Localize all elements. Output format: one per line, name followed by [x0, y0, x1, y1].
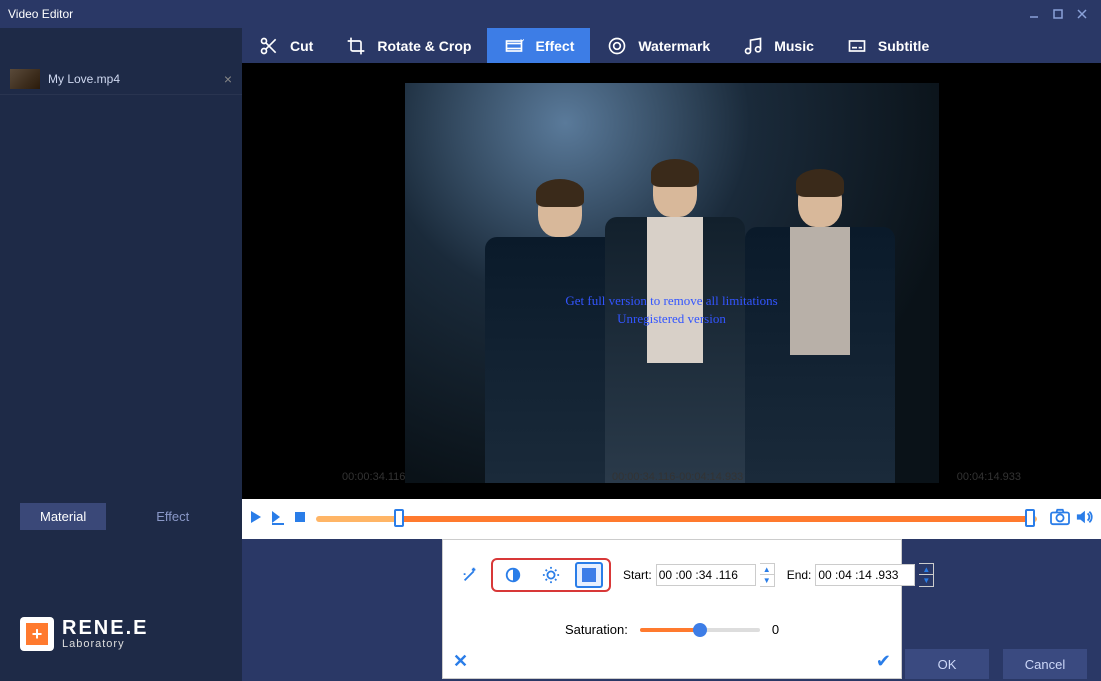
range-start-handle[interactable] — [394, 509, 404, 527]
ok-button[interactable]: OK — [905, 649, 989, 679]
watermark-icon — [606, 35, 628, 57]
file-thumbnail — [10, 69, 40, 89]
end-time-input[interactable] — [815, 564, 915, 586]
panel-cancel-icon[interactable]: ✕ — [453, 651, 468, 672]
sidebar: My Love.mp4 × Material Effect + RENE.E L… — [0, 63, 242, 681]
range-end-handle[interactable] — [1025, 509, 1035, 527]
tool-watermark[interactable]: Watermark — [590, 28, 726, 63]
volume-button[interactable] — [1075, 509, 1093, 530]
snapshot-button[interactable] — [1049, 508, 1071, 531]
titlebar: Video Editor — [0, 0, 1101, 28]
sidebar-header — [0, 28, 242, 63]
brand-logo: + RENE.E Laboratory — [20, 617, 148, 651]
logo-sub: Laboratory — [62, 638, 148, 650]
brightness-button[interactable] — [537, 562, 565, 588]
tab-effect[interactable]: Effect — [136, 503, 209, 530]
tool-label: Music — [774, 38, 814, 54]
file-name: My Love.mp4 — [48, 72, 120, 86]
watermark-line1: Get full version to remove all limitatio… — [405, 293, 939, 309]
cancel-button[interactable]: Cancel — [1003, 649, 1087, 679]
file-close-icon[interactable]: × — [224, 71, 232, 87]
saturation-slider[interactable] — [640, 628, 760, 632]
timeline: 00:00:34.116 00:00:34.116-00:04:14.933 0… — [242, 499, 1101, 539]
time-range: 00:00:34.116-00:04:14.933 — [612, 471, 743, 485]
subtitle-icon — [846, 35, 868, 57]
start-time-input[interactable] — [656, 564, 756, 586]
plus-icon: + — [26, 623, 48, 645]
panel-confirm-icon[interactable]: ✔ — [876, 651, 891, 672]
saturation-value: 0 — [772, 622, 779, 637]
effect-highlight-box — [491, 558, 611, 592]
tool-music[interactable]: Music — [726, 28, 830, 63]
tool-effect[interactable]: Effect — [487, 28, 590, 63]
logo-name: RENE.E — [62, 618, 148, 638]
tab-material[interactable]: Material — [20, 503, 106, 530]
magic-wand-button[interactable] — [461, 562, 479, 588]
video-frame[interactable]: Get full version to remove all limitatio… — [405, 83, 939, 483]
filmstrip-icon — [503, 35, 525, 57]
step-frame-button[interactable] — [270, 509, 288, 530]
scissors-icon — [258, 35, 280, 57]
minimize-button[interactable] — [1023, 5, 1045, 23]
file-item[interactable]: My Love.mp4 × — [0, 63, 242, 95]
effect-panel: Start: ▲▼ End: ▲▼ Saturation: 0 — [442, 539, 902, 679]
tool-subtitle[interactable]: Subtitle — [830, 28, 945, 63]
tool-label: Effect — [535, 38, 574, 54]
timeline-track[interactable] — [316, 516, 1037, 522]
maximize-button[interactable] — [1047, 5, 1069, 23]
start-label: Start: — [623, 568, 652, 582]
bottom-area: Start: ▲▼ End: ▲▼ Saturation: 0 — [242, 539, 1101, 681]
music-icon — [742, 35, 764, 57]
tool-cut[interactable]: Cut — [242, 28, 329, 63]
tool-label: Cut — [290, 38, 313, 54]
start-spinner[interactable]: ▲▼ — [760, 563, 775, 587]
app-title: Video Editor — [8, 7, 73, 21]
stop-button[interactable] — [294, 510, 306, 528]
tool-label: Watermark — [638, 38, 710, 54]
time-current: 00:00:34.116 — [342, 471, 405, 485]
watermark-line2: Unregistered version — [405, 311, 939, 327]
contrast-button[interactable] — [499, 562, 527, 588]
spinner-down-icon: ▼ — [760, 575, 774, 586]
time-end: 00:04:14.933 — [957, 471, 1021, 485]
toolbar: Cut Rotate & Crop Effect Watermark Music… — [242, 28, 1101, 63]
end-spinner[interactable]: ▲▼ — [919, 563, 934, 587]
close-button[interactable] — [1071, 5, 1093, 23]
preview-area: Get full version to remove all limitatio… — [242, 63, 1101, 499]
spinner-down-icon: ▼ — [919, 575, 933, 586]
saturation-button[interactable] — [575, 562, 603, 588]
spinner-up-icon: ▲ — [760, 564, 774, 575]
logo-badge: + — [20, 617, 54, 651]
play-button[interactable] — [248, 509, 264, 530]
slider-thumb[interactable] — [693, 623, 707, 637]
saturation-label: Saturation: — [565, 622, 628, 637]
tool-label: Rotate & Crop — [377, 38, 471, 54]
tool-rotate-crop[interactable]: Rotate & Crop — [329, 28, 487, 63]
spinner-up-icon: ▲ — [919, 564, 933, 575]
end-label: End: — [787, 568, 812, 582]
tool-label: Subtitle — [878, 38, 929, 54]
crop-icon — [345, 35, 367, 57]
